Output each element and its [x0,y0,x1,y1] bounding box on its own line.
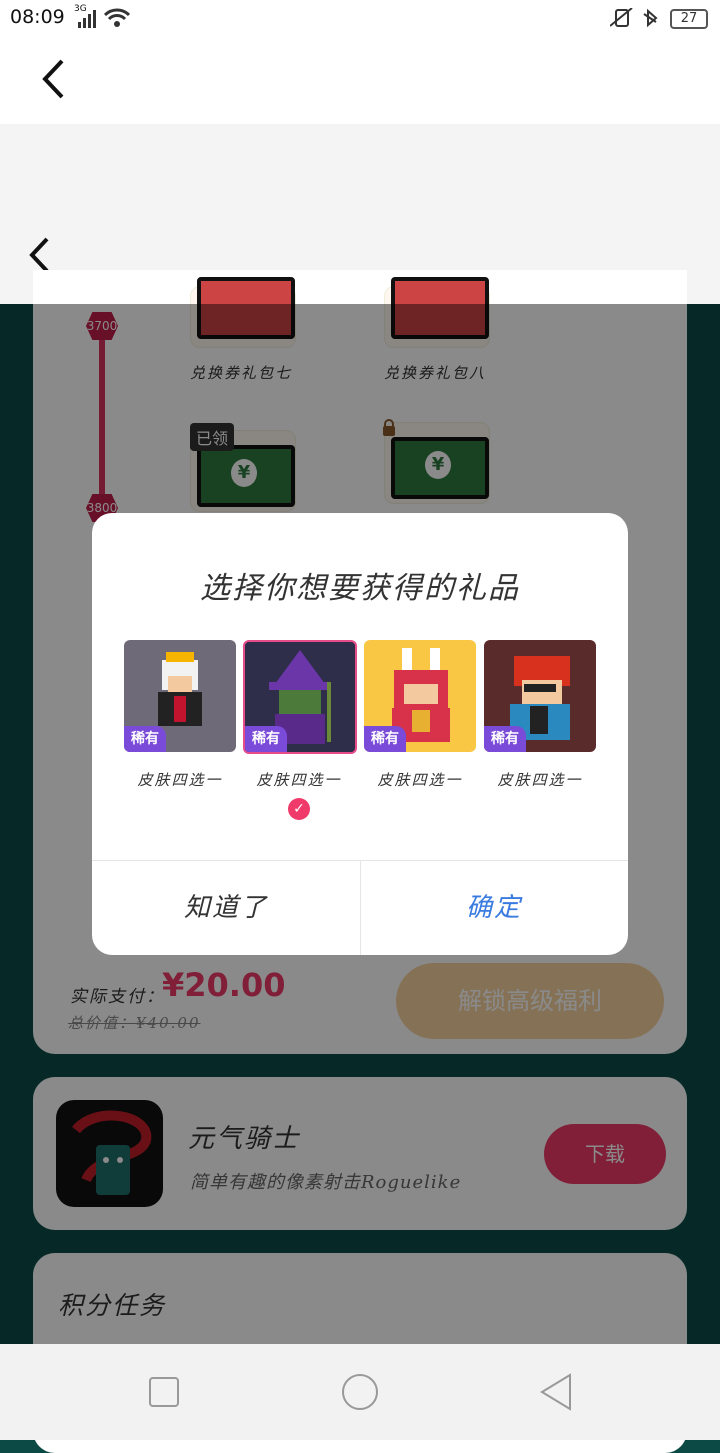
skin-choice-1[interactable]: 稀有 [124,640,236,752]
choice-label: 皮肤四选一 [377,771,463,789]
skin-choice-3[interactable]: 稀有 [364,640,476,752]
home-icon[interactable] [340,1372,380,1412]
back-arrow-icon[interactable] [28,236,50,274]
choice-label: 皮肤四选一 [497,771,583,789]
choice-label: 皮肤四选一 [256,771,342,789]
selected-check-icon: ✓ [288,798,310,820]
battery-icon: 27 [670,9,708,29]
confirm-button[interactable]: 确定 [360,861,628,955]
cancel-button[interactable]: 知道了 [92,861,360,955]
gift-choice-dialog: 选择你想要获得的礼品 稀有 稀有 稀有 稀有 皮肤四选一 皮肤四选一 皮肤四选一… [92,513,628,955]
dialog-title: 选择你想要获得的礼品 [200,571,520,606]
skin-choice-2[interactable]: 稀有 [243,640,357,754]
status-time: 08:09 [10,6,65,28]
wifi-icon [104,8,130,27]
skin-choice-4[interactable]: 稀有 [484,640,596,752]
status-bar: 08:09 3G 27 [0,0,720,36]
rarity-tag: 稀有 [245,726,287,752]
rarity-tag: 稀有 [364,726,406,752]
rarity-tag: 稀有 [484,726,526,752]
recent-apps-icon[interactable] [148,1376,180,1408]
choice-label: 皮肤四选一 [137,771,223,789]
vibrate-bluetooth-icons [610,8,658,28]
system-nav-bar [0,1344,720,1440]
top-nav [0,36,720,124]
back-icon[interactable] [538,1372,574,1412]
rarity-tag: 稀有 [124,726,166,752]
signal-icon [78,10,96,28]
back-arrow-icon[interactable] [40,58,66,100]
